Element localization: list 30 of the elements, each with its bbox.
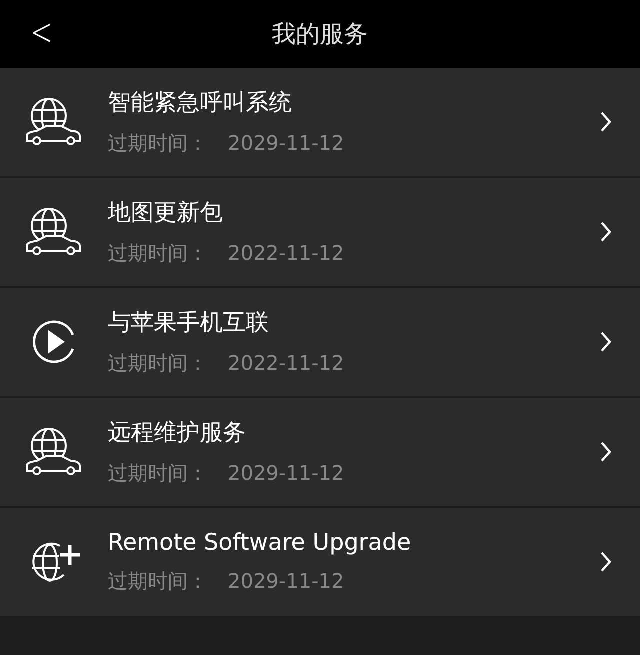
service-name: 地图更新包 xyxy=(108,199,224,228)
service-row[interactable]: 远程维护服务 过期时间： 2029-11-12 xyxy=(0,398,640,508)
expiry-date: 2022-11-12 xyxy=(228,351,344,375)
expiry-date: 2022-11-12 xyxy=(228,241,344,265)
chevron-icon xyxy=(600,441,612,463)
service-name: 智能紧急呼叫系统 xyxy=(108,89,293,118)
service-name: 与苹果手机互联 xyxy=(108,309,270,338)
service-row[interactable]: 与苹果手机互联 过期时间： 2022-11-12 xyxy=(0,288,640,398)
expiry-label: 过期时间： xyxy=(108,241,208,265)
expiry-date: 2029-11-12 xyxy=(228,568,344,592)
page-title: 我的服务 xyxy=(272,19,368,50)
service-row[interactable]: Remote Software Upgrade 过期时间： 2029-11-12 xyxy=(0,508,640,618)
back-button[interactable]: < xyxy=(25,10,59,54)
globe-car-icon xyxy=(24,97,84,147)
service-name: 远程维护服务 xyxy=(108,419,247,448)
chevron-icon xyxy=(600,551,612,573)
expiry-date: 2029-11-12 xyxy=(228,461,344,485)
expiry-label: 过期时间： xyxy=(108,461,208,485)
expiry-label: 过期时间： xyxy=(108,131,208,155)
service-name: Remote Software Upgrade xyxy=(108,530,412,556)
expiry-label: 过期时间： xyxy=(108,568,208,592)
expiry-label: 过期时间： xyxy=(108,351,208,375)
chevron-icon xyxy=(600,221,612,243)
service-row[interactable]: 地图更新包 过期时间： 2022-11-12 xyxy=(0,178,640,288)
service-row[interactable]: 智能紧急呼叫系统 过期时间： 2029-11-12 xyxy=(0,68,640,178)
chevron-icon xyxy=(600,331,612,353)
expiry-date: 2029-11-12 xyxy=(228,131,344,155)
globe-car-icon xyxy=(24,427,84,477)
globe-car-icon xyxy=(24,207,84,257)
chevron-icon xyxy=(600,111,612,133)
